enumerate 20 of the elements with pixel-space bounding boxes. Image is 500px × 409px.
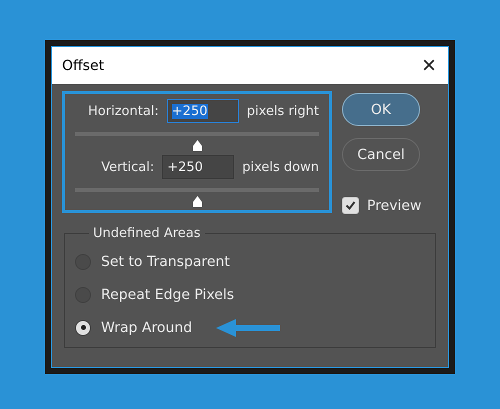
option-label: Repeat Edge Pixels bbox=[101, 286, 234, 302]
slider-thumb[interactable] bbox=[191, 196, 204, 207]
close-button[interactable]: × bbox=[422, 54, 436, 78]
group-title: Undefined Areas bbox=[92, 226, 202, 241]
unit-label: pixels right bbox=[246, 104, 319, 118]
offset-label: Horizontal: bbox=[88, 104, 159, 118]
offset-field[interactable]: +250 bbox=[162, 155, 234, 179]
window-title: Offset bbox=[62, 58, 104, 74]
option-label: Set to Transparent bbox=[101, 254, 230, 270]
offset-field[interactable]: +250 bbox=[166, 99, 239, 123]
preview-label: Preview bbox=[367, 198, 422, 214]
offset-label: Vertical: bbox=[101, 160, 154, 174]
ok-button[interactable]: OK bbox=[342, 93, 420, 126]
cancel-button[interactable]: Cancel bbox=[342, 138, 420, 171]
checkmark-icon bbox=[345, 200, 356, 211]
slider-thumb[interactable] bbox=[191, 140, 204, 151]
option-label: Wrap Around bbox=[101, 320, 192, 336]
radio-button[interactable] bbox=[75, 320, 91, 336]
unit-label: pixels down bbox=[242, 160, 319, 174]
preview-checkbox[interactable] bbox=[342, 197, 359, 214]
